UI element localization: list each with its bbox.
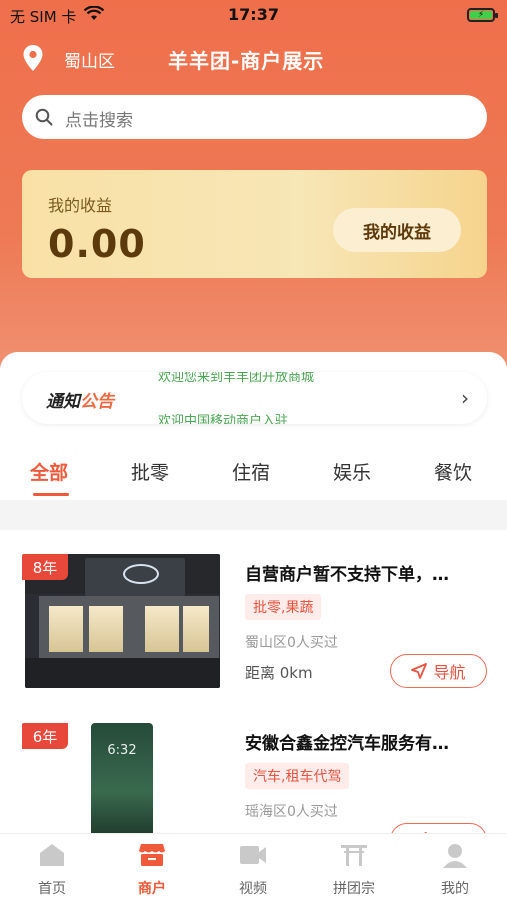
bottom-tab-bar: 首页 商户 视频 拼团宗 我的 [0, 833, 507, 900]
bottom-tab-label: 拼团宗 [333, 881, 375, 897]
search-placeholder: 点击搜索 [65, 111, 133, 131]
navigate-label: 导航 [433, 663, 466, 682]
notice-line: 欢迎中国移动商户入驻 [158, 414, 289, 424]
chevron-right-icon[interactable]: › [461, 386, 469, 410]
years-badge: 6年 [22, 723, 68, 749]
search-icon [35, 108, 53, 126]
location-label[interactable]: 蜀山区 [64, 47, 115, 72]
notice-marquee: 欢迎您来到羊羊团开放商城 欢迎中国移动商户入驻 [150, 372, 450, 424]
earnings-amount: 0.00 [48, 222, 146, 266]
bottom-tab-profile[interactable]: 我的 [415, 842, 495, 898]
distance-label: 距离 0km [245, 664, 313, 682]
page-title: 羊羊团-商户展示 [168, 49, 325, 73]
merchant-card-body: 8年 自营商户暂不支持下单，… 批零,果蔬 蜀山区0人买过 距离 0km 导航 [0, 554, 507, 688]
bottom-tab-home[interactable]: 首页 [12, 842, 92, 898]
merchant-name: 自营商户暂不支持下单，… [245, 565, 449, 585]
tab-lodging[interactable]: 住宿 [232, 458, 270, 485]
category-tabs: 全部 批零 住宿 娱乐 餐饮 [0, 446, 507, 500]
tab-entertainment[interactable]: 娱乐 [333, 458, 371, 485]
purchase-count: 蜀山区0人买过 [245, 635, 338, 651]
earnings-card: 我的收益 0.00 我的收益 [22, 170, 487, 278]
notice-tag: 通知公告 [46, 392, 114, 412]
tab-wholesale-retail[interactable]: 批零 [131, 458, 169, 485]
search-bar[interactable]: 点击搜索 [22, 95, 487, 139]
status-bar: 无 SIM 卡 17:37 ⚡ [0, 0, 507, 30]
bottom-tab-group[interactable]: 拼团宗 [314, 842, 394, 898]
navigation-arrow-icon [411, 663, 428, 679]
bottom-tab-label: 我的 [441, 881, 469, 897]
video-icon [240, 846, 266, 864]
user-icon [443, 844, 467, 868]
navigate-button[interactable]: 导航 [390, 823, 487, 833]
bottom-tab-merchants[interactable]: 商户 [112, 842, 192, 898]
merchant-card[interactable]: 6年 6:32 安徽合鑫金控汽车服务有… 汽车,租车代驾 瑶海区0人买过 导航 [0, 705, 507, 833]
tab-dining[interactable]: 餐饮 [434, 458, 472, 485]
purchase-count: 瑶海区0人买过 [245, 804, 338, 820]
gate-icon [341, 845, 367, 866]
notice-bar[interactable]: 通知公告 欢迎您来到羊羊团开放商城 欢迎中国移动商户入驻 › [22, 372, 487, 424]
merchant-card[interactable]: 8年 自营商户暂不支持下单，… 批零,果蔬 蜀山区0人买过 距离 0km 导航 [0, 530, 507, 705]
merchant-name: 安徽合鑫金控汽车服务有… [245, 734, 449, 754]
merchant-card-body: 6年 6:32 安徽合鑫金控汽车服务有… 汽车,租车代驾 瑶海区0人买过 导航 [0, 723, 507, 833]
bottom-tab-label: 首页 [38, 881, 66, 897]
category-tag: 批零,果蔬 [245, 594, 322, 620]
battery-icon: ⚡ [467, 8, 498, 22]
bottom-tab-video[interactable]: 视频 [213, 842, 293, 898]
phone-screen-time: 6:32 [107, 743, 137, 758]
active-tab-indicator [33, 493, 69, 496]
location-pin-icon[interactable] [22, 44, 44, 72]
navigate-button[interactable]: 导航 [390, 654, 487, 688]
shop-icon [139, 844, 165, 866]
bottom-tab-label: 商户 [138, 881, 166, 897]
earnings-label: 我的收益 [48, 196, 113, 215]
clock: 17:37 [228, 5, 279, 24]
tab-all[interactable]: 全部 [30, 458, 68, 485]
bottom-tab-label: 视频 [239, 881, 267, 897]
my-earnings-button[interactable]: 我的收益 [333, 208, 461, 252]
home-icon [40, 844, 64, 866]
notice-line: 欢迎您来到羊羊团开放商城 [158, 372, 315, 385]
top-bar: 蜀山区 羊羊团-商户展示 [0, 40, 507, 76]
years-badge: 8年 [22, 554, 68, 580]
category-tag: 汽车,租车代驾 [245, 763, 350, 789]
